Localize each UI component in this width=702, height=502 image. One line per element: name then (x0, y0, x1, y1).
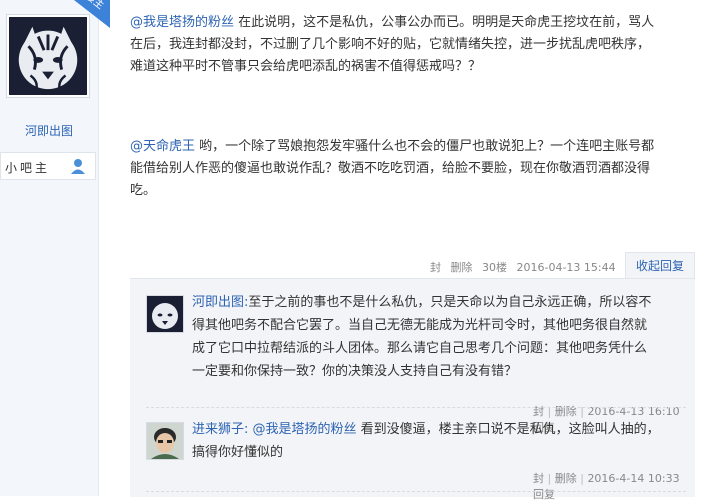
post-time: 2016-04-13 15:44 (516, 261, 616, 274)
post-text-line: 难道这种平时不管事只会给虎吧添乱的祸害不值得惩戒吗？？ (130, 59, 482, 74)
reply-text-line: 得其他吧务不配合它罢了。当自己无德无能成为光杆司令时，其他吧务很自然就 (192, 318, 648, 333)
post-paragraph-2: @天命虎王 哟，一个除了骂娘抱怨发牢骚什么也不会的僵尸也敢说犯上？一个连吧主账号… (130, 136, 695, 202)
reply-text: 进来狮子: @我是塔扬的粉丝 看到没傻逼，楼主亲口说不是私仇，这脸叫人抽的， 搞… (192, 418, 684, 464)
reply-text-line: 成了它口中拉帮结派的斗人团体。那么请它自己思考几个问题：其他吧务凭什么 (192, 341, 648, 356)
reply-meta: 封 | 删除 | 2016-4-14 10:33 回复 (533, 470, 686, 502)
reply-author[interactable]: 河即出图: (192, 295, 248, 310)
mention-link[interactable]: @天命虎王 (130, 139, 195, 154)
reply-divider (146, 491, 686, 492)
meta-separator: | (547, 472, 552, 485)
reply-list: 河即出图:至于之前的事也不是什么私仇，只是天命以为自己永远正确，所以容不 得其他… (130, 278, 695, 501)
person-avatar-image (147, 423, 183, 459)
reply-avatar[interactable] (146, 295, 184, 333)
floor-number: 30楼 (482, 261, 507, 274)
reply-link[interactable]: 回复 (533, 488, 555, 501)
delete-link[interactable]: 删除 (451, 261, 473, 274)
collapse-replies-button[interactable]: 收起回复 (625, 252, 695, 278)
seal-link[interactable]: 封 (533, 472, 544, 485)
reply-time: 2016-4-14 10:33 (587, 472, 680, 485)
reply-text-line: 一定要和你保持一致？你的决策没人支持自己有没有错？ (192, 364, 518, 379)
post-text-line: 能借给别人作恶的傻逼也敢说作乱？敬酒不吃吃罚酒，给脸不要脸，现在你敬酒罚酒都没得 (130, 161, 651, 176)
reply-text-line: 看到没傻逼，楼主亲口说不是私仇，这脸叫人抽的， (356, 422, 660, 437)
post-text-line: 在后，我连封都没封，不过删了几个影响不好的贴，它就情绪失控，进一步扰乱虎吧秩序， (130, 37, 651, 52)
floor-owner-badge: 楼主 (62, 0, 110, 28)
reply-avatar[interactable] (146, 422, 184, 460)
seal-link[interactable]: 封 (430, 261, 441, 274)
delete-link[interactable]: 删除 (555, 472, 577, 485)
reply-divider (146, 407, 686, 408)
role-badge: 小吧主 (0, 152, 96, 180)
tiger-avatar-image (147, 296, 183, 332)
user-icon (71, 159, 85, 174)
author-sidebar: 河即出图 小吧主 (0, 0, 99, 496)
meta-separator: | (580, 472, 584, 485)
tiger-avatar-image (9, 17, 87, 95)
reply-text-line: 搞得你好懂似的 (192, 445, 284, 460)
mention-link[interactable]: @我是塔扬的粉丝 (130, 15, 234, 30)
role-label: 小吧主 (5, 161, 51, 175)
post-text-line: 哟，一个除了骂娘抱怨发牢骚什么也不会的僵尸也敢说犯上？一个连吧主账号都 (195, 139, 655, 154)
reply-text-line: 至于之前的事也不是什么私仇，只是天命以为自己永远正确，所以容不 (248, 295, 652, 310)
reply-author[interactable]: 进来狮子: (192, 422, 248, 437)
post-text-line: 在此说明，这不是私仇，公事公办而已。明明是天命虎王挖坟在前，骂人 (234, 15, 655, 30)
post-paragraph-1: @我是塔扬的粉丝 在此说明，这不是私仇，公事公办而已。明明是天命虎王挖坟在前，骂… (130, 12, 695, 78)
post-text-line: 吃。 (130, 183, 157, 198)
post-meta: 封 删除 30楼 2016-04-13 15:44 (430, 259, 616, 275)
mention-link[interactable]: @我是塔扬的粉丝 (248, 422, 357, 437)
reply-text: 河即出图:至于之前的事也不是什么私仇，只是天命以为自己永远正确，所以容不 得其他… (192, 291, 684, 383)
author-name[interactable]: 河即出图 (0, 122, 98, 139)
